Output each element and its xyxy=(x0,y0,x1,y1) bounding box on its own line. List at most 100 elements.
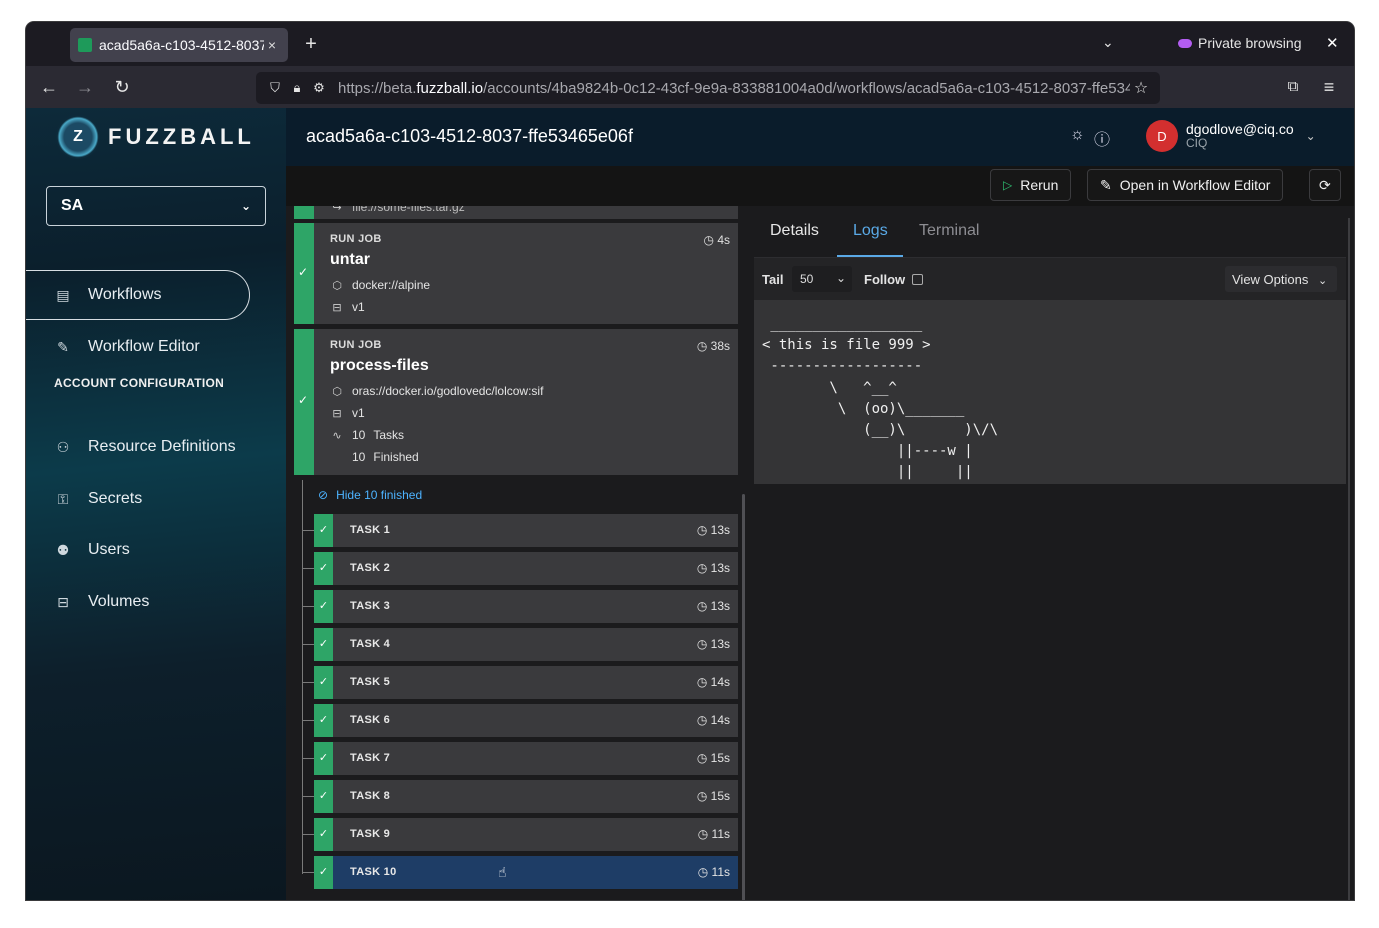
tab-details[interactable]: Details xyxy=(770,222,819,240)
panel-scrollbar[interactable] xyxy=(1348,218,1350,900)
nav-bar: ← → ↻ ⛉ 🔒︎ ⚙ https://beta.fuzzball.io/ac… xyxy=(26,66,1354,108)
open-in-workflow-editor-button[interactable]: ✎ Open in Workflow Editor xyxy=(1087,169,1284,201)
users-icon: ⚉ xyxy=(56,541,70,558)
task-duration-value: 15s xyxy=(710,789,730,803)
tree-branch xyxy=(302,606,314,607)
hide-finished-label: Hide 10 finished xyxy=(336,488,423,502)
close-tab-icon[interactable]: × xyxy=(264,37,280,53)
task-duration: ◷ 14s xyxy=(696,713,730,727)
job-finished: 10 Finished xyxy=(330,450,419,464)
sidebar-item-resource-definitions[interactable]: ⚇ Resource Definitions xyxy=(26,422,250,472)
tree-branch xyxy=(302,834,314,835)
private-mask-icon xyxy=(1178,38,1192,48)
list-tabs-icon[interactable]: ⌄ xyxy=(1102,34,1114,51)
new-tab-button[interactable]: + xyxy=(301,32,321,56)
reload-icon[interactable]: ↻ xyxy=(111,76,133,98)
task-row[interactable]: ✓ TASK 7 ◷ 15s xyxy=(314,742,738,775)
task-row[interactable]: ✓ TASK 6 ◷ 14s xyxy=(314,704,738,737)
sidebar-item-volumes[interactable]: ⊟ Volumes xyxy=(26,577,250,627)
check-icon: ✓ xyxy=(314,590,333,623)
window-close-icon[interactable]: ✕ xyxy=(1326,34,1339,52)
rerun-button[interactable]: ▷ Rerun xyxy=(990,169,1072,201)
forward-icon[interactable]: → xyxy=(74,76,96,98)
user-menu[interactable]: D dgodlove@ciq.co CIQ ⌄ xyxy=(1146,120,1316,152)
check-icon: ✓ xyxy=(314,818,333,851)
top-bar: acad5a6a-c103-4512-8037-ffe53465e06f ☼ ⓘ… xyxy=(286,108,1354,166)
task-name: TASK 10 xyxy=(350,866,397,878)
url-text[interactable]: https://beta.fuzzball.io/accounts/4ba982… xyxy=(338,80,1130,97)
theme-toggle-icon[interactable]: ☼ xyxy=(1070,126,1085,144)
task-row[interactable]: ✓ TASK 8 ◷ 15s xyxy=(314,780,738,813)
task-row[interactable]: ✓ TASK 2 ◷ 13s xyxy=(314,552,738,585)
follow-label: Follow xyxy=(864,272,906,287)
tab-logs[interactable]: Logs xyxy=(853,222,888,240)
check-icon: ✓ xyxy=(314,780,333,813)
job-input: file://some-files.tar.gz xyxy=(352,206,465,214)
bookmark-star-icon[interactable]: ☆ xyxy=(1130,78,1152,98)
fuzzball-logo-icon: Z xyxy=(56,115,100,159)
extensions-icon[interactable]: ⧉ xyxy=(1282,76,1304,98)
follow-checkbox[interactable] xyxy=(912,274,923,285)
tree-branch xyxy=(302,682,314,683)
cube-icon: ⬡ xyxy=(332,279,342,292)
tasks-label: Tasks xyxy=(373,428,405,442)
account-select[interactable]: SA ⌄ xyxy=(46,186,266,226)
task-duration-value: 14s xyxy=(710,713,730,727)
check-icon: ✓ xyxy=(314,666,333,699)
tree-branch xyxy=(302,530,314,531)
private-browsing-label: Private browsing xyxy=(1198,35,1302,51)
job-image: ⬡ docker://alpine xyxy=(330,278,430,292)
task-duration-value: 13s xyxy=(710,637,730,651)
action-bar: ▷ Rerun ✎ Open in Workflow Editor ⟳ xyxy=(286,166,1354,206)
hide-finished-button[interactable]: ⊘ Hide 10 finished xyxy=(318,488,422,502)
menu-icon[interactable]: ≡ xyxy=(1318,76,1340,98)
task-row[interactable]: ✓ TASK 9 ◷ 11s xyxy=(314,818,738,851)
lock-icon[interactable]: 🔒︎ xyxy=(286,80,308,96)
sidebar-item-label: Workflows xyxy=(88,286,162,303)
task-duration: ◷ 15s xyxy=(696,789,730,803)
brand-name: FUZZBALL xyxy=(108,124,255,149)
tree-branch xyxy=(302,796,314,797)
view-options-button[interactable]: View Options ⌄ xyxy=(1225,266,1337,292)
task-row[interactable]: ✓ TASK 4 ◷ 13s xyxy=(314,628,738,661)
finished-count: 10 xyxy=(352,450,366,464)
sidebar-item-label: Resource Definitions xyxy=(88,438,236,455)
task-row[interactable]: ✓ TASK 5 ◷ 14s xyxy=(314,666,738,699)
tab-title: acad5a6a-c103-4512-8037-ffe53465e06f xyxy=(99,37,264,53)
brand[interactable]: Z FUZZBALL xyxy=(26,108,286,166)
shield-icon[interactable]: ⛉ xyxy=(264,80,286,96)
task-row[interactable]: ✓ TASK 1 ◷ 13s xyxy=(314,514,738,547)
job-volume: ⊟ v1 xyxy=(330,300,364,314)
sidebar-item-workflows[interactable]: ▤ Workflows xyxy=(26,270,250,320)
tail-select[interactable]: 50 ⌄ xyxy=(792,266,852,292)
job-card-process-files[interactable]: ✓ RUN JOB ◷ 38s process-files ⬡ oras://do… xyxy=(294,329,738,475)
status-bar xyxy=(294,206,314,219)
permissions-icon[interactable]: ⚙ xyxy=(308,80,330,96)
back-icon[interactable]: ← xyxy=(38,76,60,98)
user-org: CIQ xyxy=(1186,136,1208,150)
hierarchy-icon: ⚇ xyxy=(56,438,70,455)
task-duration: ◷ 13s xyxy=(696,599,730,613)
job-card-partial[interactable]: ↪ file://some-files.tar.gz xyxy=(294,206,738,219)
edit-icon: ✎ xyxy=(1100,176,1112,193)
drive-icon: ⊟ xyxy=(332,407,342,420)
play-icon: ▷ xyxy=(1003,178,1013,192)
task-row[interactable]: ✓ TASK 10 ◷ 11s xyxy=(314,856,738,889)
workflow-scrollbar[interactable] xyxy=(742,494,745,900)
task-duration-value: 15s xyxy=(710,751,730,765)
sidebar-item-users[interactable]: ⚉ Users xyxy=(26,525,250,575)
help-icon[interactable]: ⓘ xyxy=(1094,126,1110,150)
job-card-untar[interactable]: ✓ RUN JOB ◷ 4s untar ⬡ docker://alpine ⊟ v… xyxy=(294,223,738,324)
key-icon: ⚿ xyxy=(57,490,69,507)
chevron-down-icon: ⌄ xyxy=(1305,129,1316,143)
url-path: /accounts/4ba9824b-0c12-43cf-9e9a-833881… xyxy=(483,79,1130,97)
browser-tab[interactable]: acad5a6a-c103-4512-8037-ffe53465e06f × xyxy=(70,28,288,62)
sidebar-item-workflow-editor[interactable]: ✎ Workflow Editor xyxy=(26,322,250,372)
sidebar-item-label: Secrets xyxy=(88,490,143,507)
tab-terminal[interactable]: Terminal xyxy=(919,222,979,240)
task-duration-value: 13s xyxy=(710,523,730,537)
task-row[interactable]: ✓ TASK 3 ◷ 13s xyxy=(314,590,738,623)
sidebar-item-secrets[interactable]: ⚿ Secrets xyxy=(26,474,250,524)
refresh-button[interactable]: ⟳ xyxy=(1309,169,1341,201)
url-bar[interactable]: ⛉ 🔒︎ ⚙ https://beta.fuzzball.io/accounts… xyxy=(256,72,1160,104)
